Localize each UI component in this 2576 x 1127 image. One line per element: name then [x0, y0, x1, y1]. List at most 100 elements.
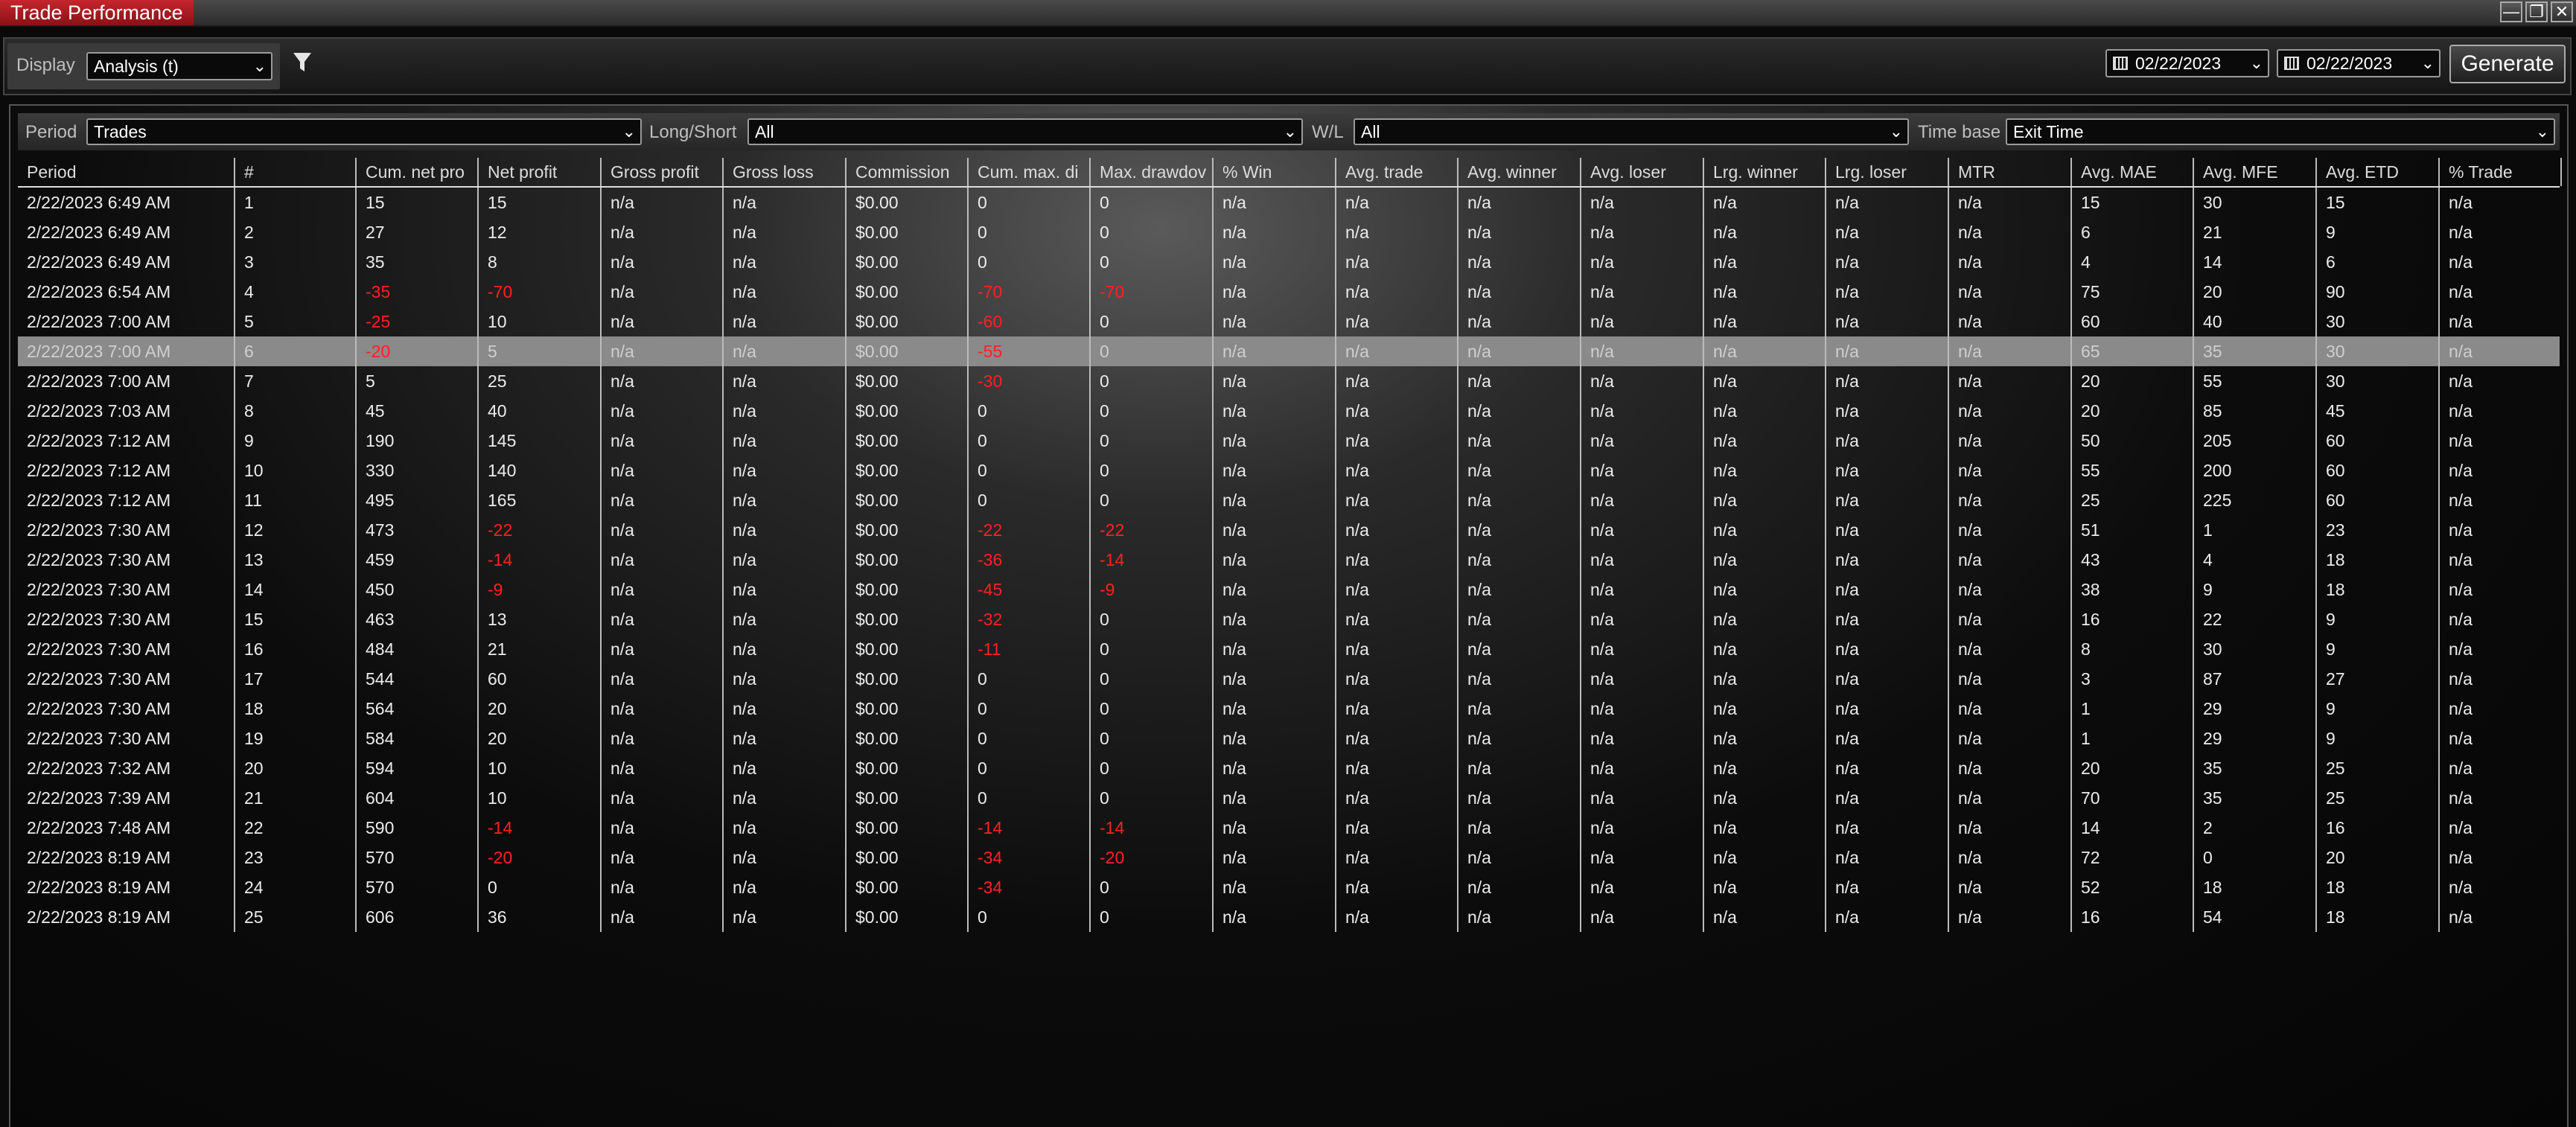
column-header[interactable]: Avg. loser	[1581, 158, 1704, 186]
table-cell: n/a	[1581, 515, 1704, 545]
table-row[interactable]: 2/22/2023 8:19 AM 24 570 0 n/a n/a $0.00 -34 0 n/…	[18, 872, 2560, 902]
table-cell: 40	[2194, 307, 2317, 336]
title-bar: Trade Performance — ❐ ✕	[0, 0, 2576, 27]
table-cell: 65	[2072, 336, 2194, 366]
table-cell: -70	[1091, 277, 1214, 307]
column-header[interactable]: Cum. net pro	[357, 158, 479, 186]
table-cell: n/a	[1704, 456, 1826, 485]
column-header[interactable]: Max. drawdov	[1091, 158, 1214, 186]
table-row[interactable]: 2/22/2023 7:30 AM 16 484 21 n/a n/a $0.00 -11 0 n…	[18, 634, 2560, 664]
table-row[interactable]: 2/22/2023 7:12 AM 11 495 165 n/a n/a $0.00 0 0 n/…	[18, 485, 2560, 515]
table-row[interactable]: 2/22/2023 6:49 AM 3 35 8 n/a n/a $0.00 0 0 n/a n/a…	[18, 247, 2560, 277]
table-cell: 45	[357, 396, 479, 426]
column-header[interactable]: Period	[18, 158, 235, 186]
table-row[interactable]: 2/22/2023 7:30 AM 12 473 -22 n/a n/a $0.00 -22-…	[18, 515, 2560, 545]
table-row[interactable]: 2/22/2023 8:19 AM 23 570 -20 n/a n/a $0.00 -34-…	[18, 843, 2560, 872]
table-cell: $0.00	[847, 366, 969, 396]
timebase-select[interactable]: Exit Time ⌄	[2006, 118, 2555, 145]
table-cell: n/a	[1458, 247, 1581, 277]
period-select[interactable]: Trades ⌄	[86, 118, 642, 145]
table-cell: n/a	[724, 217, 847, 247]
table-row[interactable]: 2/22/2023 7:03 AM 8 45 40 n/a n/a $0.00 0 0 n/a n/…	[18, 396, 2560, 426]
chevron-down-icon: ⌄	[252, 57, 267, 75]
column-header[interactable]: Avg. MAE	[2072, 158, 2194, 186]
table-cell: 0	[969, 485, 1091, 515]
column-header[interactable]: MTR	[1949, 158, 2072, 186]
table-cell: n/a	[1704, 545, 1826, 575]
wl-value: All	[1361, 122, 1380, 141]
table-cell: n/a	[1826, 604, 1949, 634]
table-cell: 20	[2194, 277, 2317, 307]
date-to-select[interactable]: 02/22/2023 ⌄	[2277, 49, 2440, 77]
table-cell: n/a	[1581, 366, 1704, 396]
table-row[interactable]: 2/22/2023 7:00 AM 6 -20 5 n/a n/a $0.00 -55 0 n/a…	[18, 336, 2560, 366]
table-cell: n/a	[1458, 872, 1581, 902]
table-cell: n/a	[1458, 813, 1581, 843]
toolbar: Display Analysis (t) ⌄ 02/22/2023 ⌄ 02/2…	[3, 37, 2572, 95]
table-cell: 0	[1091, 604, 1214, 634]
table-row[interactable]: 2/22/2023 7:12 AM 10 330 140 n/a n/a $0.00 0 0 n/…	[18, 456, 2560, 485]
table-cell: n/a	[602, 307, 724, 336]
table-cell: 0	[479, 872, 602, 902]
column-header[interactable]: Cum. max. di	[969, 158, 1091, 186]
table-row[interactable]: 2/22/2023 7:30 AM 18 564 20 n/a n/a $0.00 0 0 n/a…	[18, 694, 2560, 724]
column-header[interactable]: #	[235, 158, 357, 186]
table-cell: 0	[1091, 336, 1214, 366]
display-select[interactable]: Analysis (t) ⌄	[86, 52, 272, 80]
table-row[interactable]: 2/22/2023 7:30 AM 13 459 -14 n/a n/a $0.00 -36-…	[18, 545, 2560, 575]
wl-select[interactable]: All ⌄	[1354, 118, 1909, 145]
table-row[interactable]: 2/22/2023 7:12 AM 9 190 145 n/a n/a $0.00 0 0 n/a…	[18, 426, 2560, 456]
table-cell: n/a	[602, 604, 724, 634]
date-from-select[interactable]: 02/22/2023 ⌄	[2105, 49, 2269, 77]
table-cell: n/a	[1214, 843, 1336, 872]
table-cell: n/a	[1704, 307, 1826, 336]
column-header[interactable]: Lrg. winner	[1704, 158, 1826, 186]
column-header[interactable]: % Win	[1214, 158, 1336, 186]
column-header[interactable]: Avg. winner	[1458, 158, 1581, 186]
column-header[interactable]: Lrg. loser	[1826, 158, 1949, 186]
table-row[interactable]: 2/22/2023 7:00 AM 5 -25 10 n/a n/a $0.00 -60 0 n/…	[18, 307, 2560, 336]
table-row[interactable]: 2/22/2023 8:19 AM 25 606 36 n/a n/a $0.00 0 0 n/a…	[18, 902, 2560, 932]
table-cell: n/a	[1336, 456, 1458, 485]
close-button[interactable]: ✕	[2551, 1, 2573, 22]
generate-button[interactable]: Generate	[2449, 45, 2566, 83]
table-row[interactable]: 2/22/2023 6:49 AM 1 15 15 n/a n/a $0.00 0 0 n/a n/…	[18, 188, 2560, 217]
maximize-button[interactable]: ❐	[2525, 1, 2548, 22]
table-cell: n/a	[1704, 515, 1826, 545]
column-header[interactable]: Gross loss	[724, 158, 847, 186]
table-row[interactable]: 2/22/2023 7:30 AM 14 450 -9 n/a n/a $0.00 -45 -9…	[18, 575, 2560, 604]
period-value: Trades	[94, 122, 147, 141]
table-cell: 0	[969, 188, 1091, 217]
column-header[interactable]: % Trade	[2440, 158, 2562, 186]
column-header[interactable]: Net profit	[479, 158, 602, 186]
minimize-button[interactable]: —	[2500, 1, 2522, 22]
column-header[interactable]: Gross profit	[602, 158, 724, 186]
column-header[interactable]: Commission	[847, 158, 969, 186]
table-cell: 2/22/2023 7:30 AM	[18, 634, 235, 664]
table-cell: n/a	[1458, 694, 1581, 724]
table-cell: n/a	[1336, 843, 1458, 872]
longshort-select[interactable]: All ⌄	[747, 118, 1303, 145]
column-header[interactable]: Avg. ETD	[2317, 158, 2440, 186]
table-cell: 14	[2072, 813, 2194, 843]
table-cell: 0	[969, 694, 1091, 724]
table-cell: n/a	[724, 188, 847, 217]
table-cell: 20	[479, 694, 602, 724]
table-cell: n/a	[1581, 783, 1704, 813]
table-cell: n/a	[1704, 783, 1826, 813]
column-header[interactable]: Avg. MFE	[2194, 158, 2317, 186]
table-row[interactable]: 2/22/2023 7:30 AM 19 584 20 n/a n/a $0.00 0 0 n/a…	[18, 724, 2560, 753]
table-row[interactable]: 2/22/2023 7:48 AM 22 590 -14 n/a n/a $0.00 -14-…	[18, 813, 2560, 843]
filter-icon[interactable]	[292, 51, 313, 77]
table-cell: 2/22/2023 6:49 AM	[18, 247, 235, 277]
table-cell: n/a	[1949, 515, 2072, 545]
table-row[interactable]: 2/22/2023 7:30 AM 15 463 13 n/a n/a $0.00 -32 0 n…	[18, 604, 2560, 634]
column-header[interactable]: Avg. trade	[1336, 158, 1458, 186]
table-row[interactable]: 2/22/2023 7:32 AM 20 594 10 n/a n/a $0.00 0 0 n/a…	[18, 753, 2560, 783]
table-row[interactable]: 2/22/2023 7:39 AM 21 604 10 n/a n/a $0.00 0 0 n/a…	[18, 783, 2560, 813]
table-row[interactable]: 2/22/2023 6:49 AM 2 27 12 n/a n/a $0.00 0 0 n/a n/…	[18, 217, 2560, 247]
table-row[interactable]: 2/22/2023 6:54 AM 4 -35 -70 n/a n/a $0.00 -70 -7…	[18, 277, 2560, 307]
table-row[interactable]: 2/22/2023 7:00 AM 7 5 25 n/a n/a $0.00 -30 0 n/a n…	[18, 366, 2560, 396]
table-cell: n/a	[724, 604, 847, 634]
table-row[interactable]: 2/22/2023 7:30 AM 17 544 60 n/a n/a $0.00 0 0 n/a…	[18, 664, 2560, 694]
